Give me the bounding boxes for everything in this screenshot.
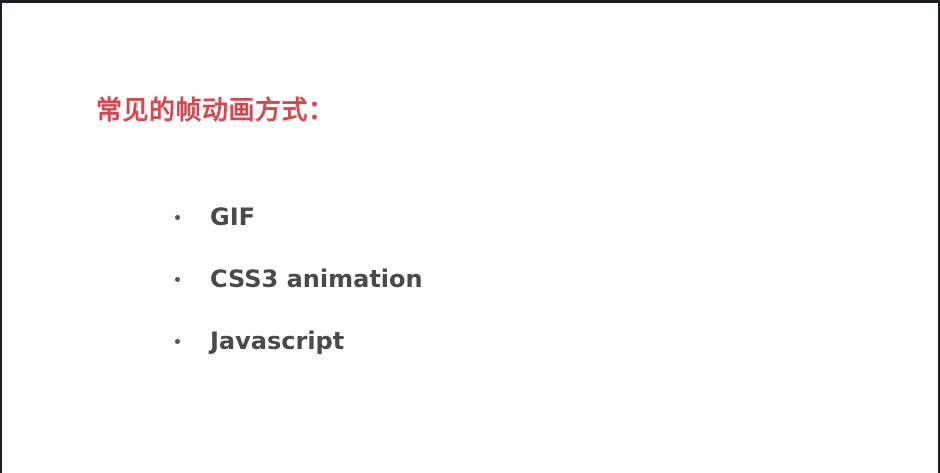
list-item-label: CSS3 animation (210, 265, 423, 293)
bullet-dot-icon (175, 338, 180, 344)
presentation-window: 常见的帧动画方式： GIF CSS3 animation Javascript (0, 0, 940, 473)
bullet-dot-icon (175, 214, 180, 220)
slide-title: 常见的帧动画方式： (96, 96, 335, 126)
bullet-dot-icon (175, 276, 180, 282)
bullet-list: GIF CSS3 animation Javascript (170, 200, 423, 386)
list-item: GIF (170, 200, 423, 234)
slide: 常见的帧动画方式： GIF CSS3 animation Javascript (2, 3, 938, 473)
list-item-label: Javascript (210, 327, 345, 355)
list-item: CSS3 animation (170, 262, 423, 296)
list-item-label: GIF (210, 203, 256, 231)
list-item: Javascript (170, 324, 423, 358)
